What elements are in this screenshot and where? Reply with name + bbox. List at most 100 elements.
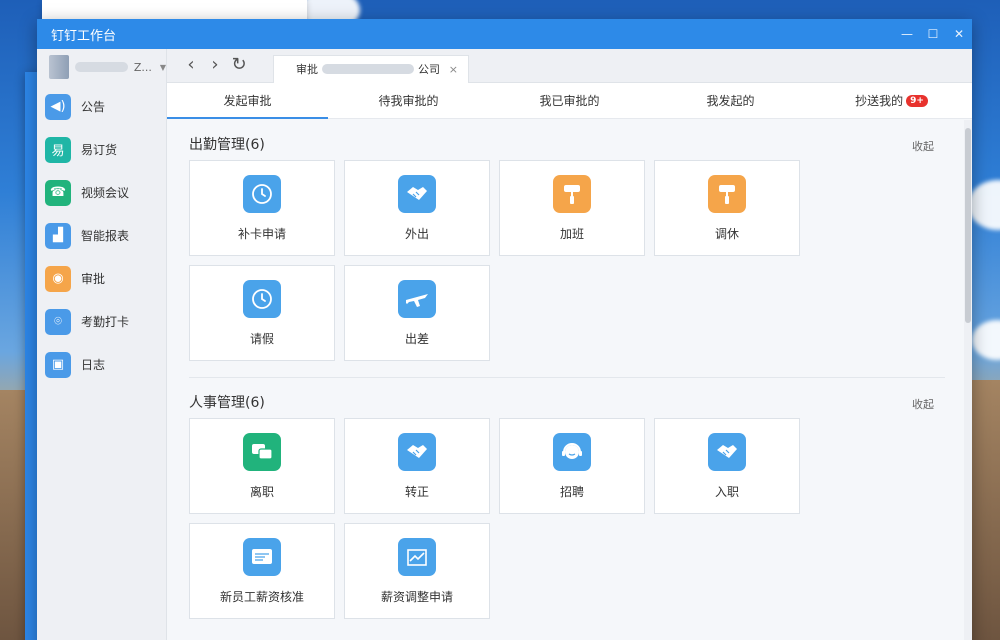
headset-person-icon [553, 432, 591, 471]
sidebar-item-label: 日志 [81, 358, 106, 372]
scrollbar-thumb[interactable] [965, 128, 971, 323]
sidebar-item-label: 智能报表 [81, 229, 130, 243]
sidebar-item-label: 易订货 [81, 143, 118, 157]
section-title: 出勤管理(6) [189, 137, 265, 153]
sidebar-item-label: 考勤打卡 [81, 315, 130, 329]
approval-card-label: 调休 [714, 226, 739, 241]
close-tab-icon[interactable]: × [449, 63, 458, 76]
collapse-link[interactable]: 收起 [912, 396, 934, 412]
approval-card-label: 新员工薪资核准 [219, 589, 304, 604]
handshake-icon [398, 174, 436, 213]
tab-4[interactable]: 抄送我的 9+ [811, 83, 972, 118]
user-name-redacted [75, 62, 128, 72]
tab-label: 发起审批 [223, 94, 272, 108]
maximize-button[interactable]: ☐ [920, 27, 946, 41]
tab-label: 抄送我的 [855, 94, 904, 108]
approval-card-label: 请假 [249, 331, 274, 346]
paint-roller-icon [553, 174, 591, 213]
clock-icon [243, 279, 281, 318]
report-icon: ▟ [45, 222, 71, 249]
sidebar-item-4[interactable]: ◉ 审批 [37, 257, 166, 300]
approval-card[interactable]: 出差 [344, 265, 490, 361]
background-mountain [970, 380, 1000, 640]
approval-card[interactable]: 入职 [654, 418, 800, 514]
user-name-trail: Z... [133, 60, 152, 74]
paint-roller-icon [708, 174, 746, 213]
sidebar-item-3[interactable]: ▟ 智能报表 [37, 214, 166, 257]
tab-label: 我已审批的 [539, 94, 600, 108]
chat-icon [243, 432, 281, 471]
sidebar-item-label: 公告 [81, 100, 106, 114]
background-cloud [968, 180, 1000, 230]
section-title: 人事管理(6) [189, 395, 265, 411]
background-cloud [972, 320, 1000, 360]
sidebar-item-1[interactable]: 易易订货 [37, 128, 166, 171]
approval-card[interactable]: 调休 [654, 160, 800, 256]
tab-3[interactable]: 我发起的 [650, 83, 811, 118]
browser-tab-suffix: 公司 [418, 63, 440, 76]
browser-navbar: ‹ › ↻ 审批 公司 × [167, 49, 972, 83]
section-header: 出勤管理(6) 收起 [189, 120, 942, 160]
sidebar-item-0[interactable]: ◀) 公告 [37, 85, 166, 128]
approval-card[interactable]: 离职 [189, 418, 335, 514]
approval-card-label: 薪资调整申请 [380, 589, 453, 604]
approval-card[interactable]: 外出 [344, 160, 490, 256]
handshake-icon [708, 432, 746, 471]
sidebar: Z... ▼ ◀) 公告易易订货 ☎ 视频会议 ▟ 智能报表 ◉ 审批 ⌾ 考勤打卡 ▣ 日志 [37, 49, 167, 640]
log-icon: ▣ [45, 351, 71, 378]
tab-label: 我发起的 [706, 94, 755, 108]
approval-card[interactable]: 转正 [344, 418, 490, 514]
approval-card[interactable]: 请假 [189, 265, 335, 361]
window-title: 钉钉工作台 [51, 28, 117, 44]
approval-card[interactable]: 招聘 [499, 418, 645, 514]
forward-arrow-icon[interactable]: › [203, 54, 227, 78]
approval-card-label: 加班 [559, 226, 584, 241]
approval-tabs: 发起审批 待我审批的 我已审批的 我发起的 抄送我的 9+ [167, 83, 972, 119]
unread-badge: 9+ [906, 94, 928, 107]
sidebar-item-5[interactable]: ⌾ 考勤打卡 [37, 300, 166, 343]
approval-content: 出勤管理(6) 收起 补卡申请 外出 加班 调休 请假 出差 人事管理(6) 收起 离职 转正 招聘 入职… [167, 120, 964, 640]
dingtalk-workbench-window: 钉钉工作台 — ☐ ✕ Z... ▼ ◀) 公告易易订货 ☎ 视频会议 ▟ 智能报表 ◉ 审批… [37, 19, 972, 640]
close-button[interactable]: ✕ [946, 27, 972, 41]
browser-tab-prefix: 审批 [296, 63, 318, 76]
tab-2[interactable]: 我已审批的 [489, 83, 650, 118]
card-icon [243, 537, 281, 576]
title-bar: 钉钉工作台 — ☐ ✕ [37, 19, 972, 49]
approval-card-label: 入职 [714, 484, 739, 499]
approval-grid: 补卡申请 外出 加班 调休请假 出差 [189, 160, 942, 361]
main-panel: ‹ › ↻ 审批 公司 × 发起审批 待我审批的 我已审批的 我发起的 抄送我的 9+ 出… [167, 49, 972, 640]
order-icon: 易 [45, 136, 71, 163]
approval-card-label: 离职 [249, 484, 274, 499]
browser-tab[interactable]: 审批 公司 × [273, 54, 469, 83]
tab-0[interactable]: 发起审批 [167, 83, 328, 119]
approval-card[interactable]: 薪资调整申请 [344, 523, 490, 619]
refresh-icon[interactable]: ↻ [227, 54, 251, 78]
approval-card-label: 出差 [404, 331, 429, 346]
approval-card[interactable]: 加班 [499, 160, 645, 256]
section-header: 人事管理(6) 收起 [189, 378, 942, 418]
avatar [49, 55, 70, 79]
browser-tab-redacted [322, 64, 414, 74]
chevron-down-icon: ▼ [159, 62, 166, 72]
sidebar-item-2[interactable]: ☎ 视频会议 [37, 171, 166, 214]
user-switcher[interactable]: Z... ▼ [37, 49, 166, 85]
approval-card-label: 招聘 [559, 484, 584, 499]
sidebar-item-label: 视频会议 [81, 186, 130, 200]
handshake-icon [398, 432, 436, 471]
clock-icon [243, 174, 281, 213]
chart-up-icon [398, 537, 436, 576]
minimize-button[interactable]: — [894, 27, 920, 41]
approval-person-icon: ◉ [45, 265, 71, 292]
sidebar-item-label: 审批 [81, 272, 106, 286]
approval-card[interactable]: 补卡申请 [189, 160, 335, 256]
approval-card-label: 转正 [404, 484, 429, 499]
approval-card[interactable]: 新员工薪资核准 [189, 523, 335, 619]
back-arrow-icon[interactable]: ‹ [179, 54, 203, 78]
sidebar-item-6[interactable]: ▣ 日志 [37, 343, 166, 386]
megaphone-icon: ◀) [45, 93, 71, 120]
collapse-link[interactable]: 收起 [912, 138, 934, 154]
background-window-top [42, 0, 307, 20]
approval-card-label: 补卡申请 [237, 226, 286, 241]
scrollbar[interactable] [964, 120, 972, 640]
tab-1[interactable]: 待我审批的 [328, 83, 489, 118]
